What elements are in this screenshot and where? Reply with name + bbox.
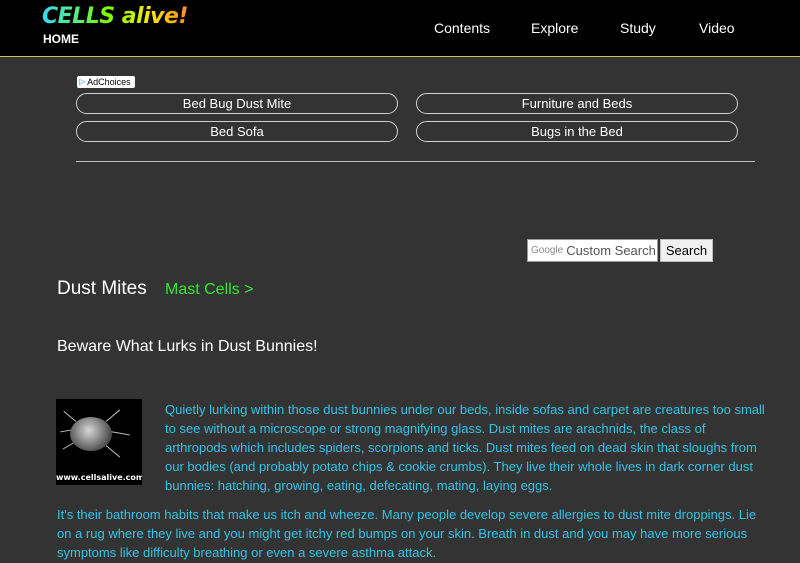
image-caption: www.cellsalive.com	[56, 473, 142, 482]
paragraph-intro: Quietly lurking within those dust bunnie…	[165, 402, 765, 493]
mite-leg	[63, 410, 77, 422]
mite-body	[70, 417, 112, 451]
ad-link-furniture-and-beds[interactable]: Furniture and Beds	[416, 93, 738, 114]
ad-link-bed-bug-dust-mite[interactable]: Bed Bug Dust Mite	[76, 93, 398, 114]
home-link[interactable]: HOME	[43, 32, 79, 46]
dust-mite-image: www.cellsalive.com	[56, 399, 142, 485]
site-logo[interactable]: CELLS alive!	[42, 4, 188, 30]
search-button[interactable]: Search	[660, 239, 713, 262]
adchoices-badge[interactable]: ▷ AdChoices	[77, 76, 135, 88]
mite-leg	[105, 409, 121, 422]
ad-link-bugs-in-the-bed[interactable]: Bugs in the Bed	[416, 121, 738, 142]
divider	[76, 161, 755, 162]
nav-contents[interactable]: Contents	[434, 20, 490, 36]
google-logo: Google	[531, 245, 564, 256]
search-placeholder: Custom Search	[566, 243, 656, 258]
adchoices-icon: ▷	[79, 77, 86, 86]
nav-explore[interactable]: Explore	[531, 20, 578, 36]
paragraph-allergies: It's their bathroom habits that make us …	[57, 507, 757, 560]
article-subtitle: Beware What Lurks in Dust Bunnies!	[57, 338, 318, 355]
adchoices-label: AdChoices	[87, 77, 131, 87]
ad-link-bed-sofa[interactable]: Bed Sofa	[76, 121, 398, 142]
mite-leg	[109, 431, 130, 436]
page-title: Dust Mites	[57, 278, 147, 299]
next-page-link[interactable]: Mast Cells >	[165, 281, 253, 299]
nav-video[interactable]: Video	[699, 20, 735, 36]
nav-study[interactable]: Study	[620, 20, 656, 36]
search-input[interactable]: Google Custom Search	[527, 239, 658, 262]
site-header: CELLS alive! HOME Contents Explore Study…	[0, 0, 800, 57]
mite-leg	[105, 445, 121, 458]
